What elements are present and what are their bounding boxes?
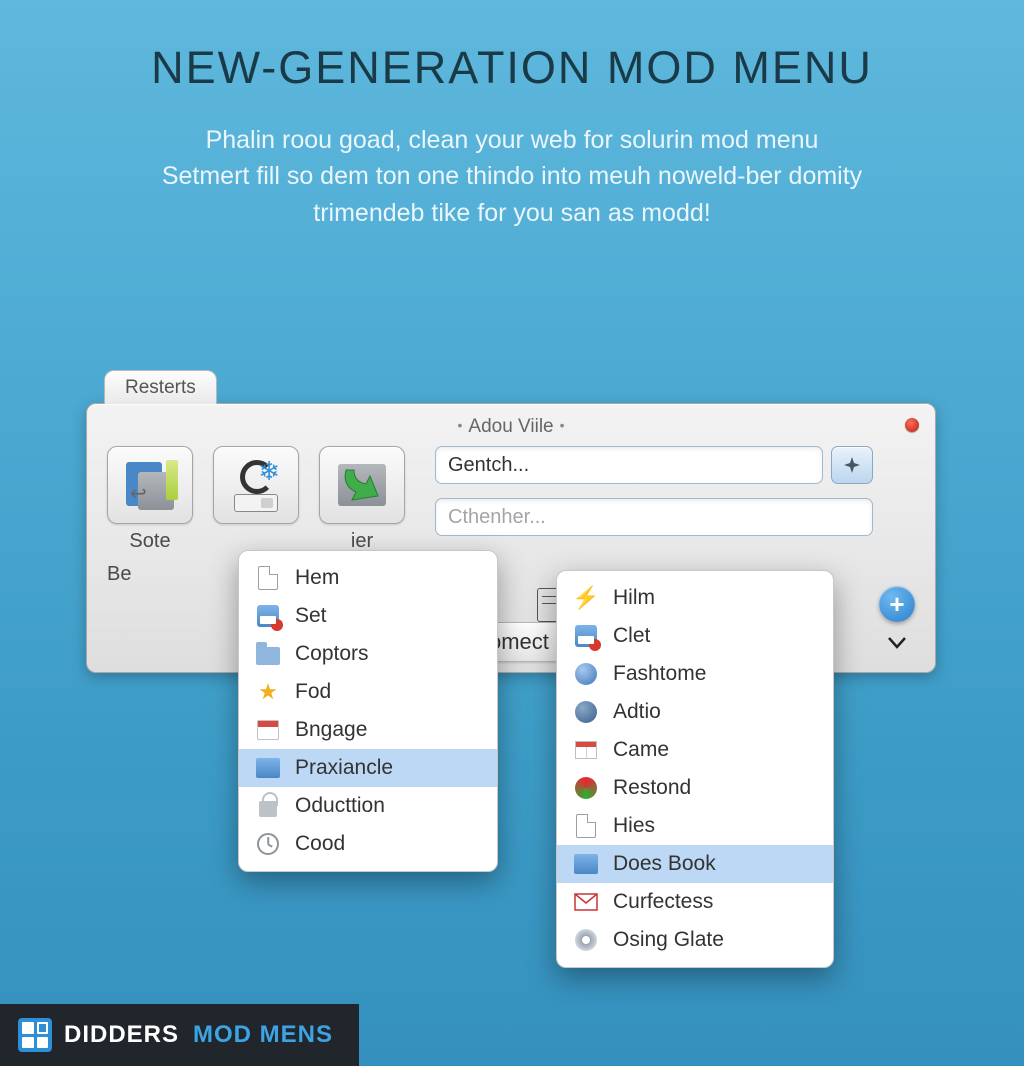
clock-icon (255, 831, 281, 857)
toolbar-label-1: Sote (129, 530, 170, 553)
menu-item-label: Hilm (613, 586, 655, 610)
add-button[interactable]: + (879, 586, 915, 622)
mail-icon (573, 889, 599, 915)
page-headline: NEW-GENERATION MOD MENU (0, 42, 1024, 94)
menu-item-came[interactable]: Came (557, 731, 833, 769)
subhead-line: trimendeb tike for you san as modd! (60, 195, 964, 231)
tool-icon (255, 755, 281, 781)
swirl-icon (573, 775, 599, 801)
bolt-icon: ⚡ (573, 585, 599, 611)
menu-item-label: Set (295, 604, 327, 628)
close-icon[interactable] (905, 418, 919, 432)
folder-icon (255, 641, 281, 667)
menu-item-osing-glate[interactable]: Osing Glate (557, 921, 833, 959)
window-title-text: Adou Viile (468, 416, 553, 437)
menu-item-hies[interactable]: Hies (557, 807, 833, 845)
window-title: •Adou Viile• (101, 414, 921, 446)
brand-text-2: MOD MENS (193, 1021, 333, 1049)
menu-item-fod[interactable]: ★ Fod (239, 673, 497, 711)
menu-item-cood[interactable]: Cood (239, 825, 497, 863)
menu-item-set[interactable]: Set (239, 597, 497, 635)
menu-item-fashtome[interactable]: Fashtome (557, 655, 833, 693)
menu-item-hilm[interactable]: ⚡ Hilm (557, 579, 833, 617)
disk-icon (255, 603, 281, 629)
menu-item-adtio[interactable]: Adtio (557, 693, 833, 731)
menu-item-label: Coptors (295, 642, 369, 666)
files-icon: ↩ (120, 458, 180, 512)
page-subhead: Phalin roou goad, clean your web for sol… (0, 122, 1024, 231)
menu-item-bngage[interactable]: Bngage (239, 711, 497, 749)
page-icon (573, 813, 599, 839)
menu-item-label: Oducttion (295, 794, 385, 818)
globe-dark-icon (573, 699, 599, 725)
plus-star-icon (843, 456, 861, 474)
disk-icon (573, 623, 599, 649)
menu-item-does-book[interactable]: Does Book (557, 845, 833, 883)
menu-item-label: Bngage (295, 718, 367, 742)
menu-item-praxiancle[interactable]: Praxiancle (239, 749, 497, 787)
menu-item-label: Does Book (613, 852, 716, 876)
menu-item-curfectess[interactable]: Curfectess (557, 883, 833, 921)
menu-item-label: Fod (295, 680, 331, 704)
menu-item-label: Cood (295, 832, 345, 856)
menu-item-coptors[interactable]: Coptors (239, 635, 497, 673)
menu-item-label: Hem (295, 566, 339, 590)
lock-icon (255, 793, 281, 819)
brand-badge: DIDDERS MOD MENS (0, 1004, 359, 1066)
dropdown-menu-left: Hem Set Coptors ★ Fod Bngage Praxiancle Oductti… (238, 550, 498, 872)
menu-item-oducttion[interactable]: Oducttion (239, 787, 497, 825)
disc-icon (573, 927, 599, 953)
page-icon (255, 565, 281, 591)
menu-item-label: Adtio (613, 700, 661, 724)
brand-text-1: DIDDERS (64, 1021, 179, 1049)
toolbar-button-refresh[interactable]: ❄ (213, 446, 299, 524)
cal-icon (255, 717, 281, 743)
subhead-line: Setmert fill so dem ton one thindo into … (60, 158, 964, 194)
menu-item-label: Hies (613, 814, 655, 838)
refresh-icon: ❄ (226, 458, 286, 512)
menu-item-restond[interactable]: Restond (557, 769, 833, 807)
search-input[interactable]: Gentch... (435, 446, 823, 484)
grid-icon (573, 737, 599, 763)
secondary-input[interactable]: Cthenher... (435, 498, 873, 536)
menu-item-label: Curfectess (613, 890, 713, 914)
menu-item-hem[interactable]: Hem (239, 559, 497, 597)
search-expand-button[interactable] (831, 446, 873, 484)
toolbar-button-files[interactable]: ↩ (107, 446, 193, 524)
menu-item-label: Came (613, 738, 669, 762)
subhead-line: Phalin roou goad, clean your web for sol… (60, 122, 964, 158)
label-be: Be (107, 563, 187, 586)
menu-item-label: Clet (613, 624, 650, 648)
globe-icon (573, 661, 599, 687)
tab-resterts[interactable]: Resterts (104, 370, 217, 404)
star-icon: ★ (255, 679, 281, 705)
menu-item-label: Osing Glate (613, 928, 724, 952)
book-icon (573, 851, 599, 877)
menu-item-clet[interactable]: Clet (557, 617, 833, 655)
dropdown-menu-right: ⚡ Hilm Clet Fashtome Adtio Came Restond Hies Doe… (556, 570, 834, 968)
menu-item-label: Praxiancle (295, 756, 393, 780)
menu-item-label: Restond (613, 776, 691, 800)
secondary-input-placeholder: Cthenher... (448, 506, 546, 529)
chevron-down-icon[interactable] (887, 636, 907, 655)
brand-logo-icon (18, 1018, 52, 1052)
menu-item-label: Fashtome (613, 662, 706, 686)
arrow-icon (332, 458, 392, 512)
toolbar-button-go[interactable] (319, 446, 405, 524)
